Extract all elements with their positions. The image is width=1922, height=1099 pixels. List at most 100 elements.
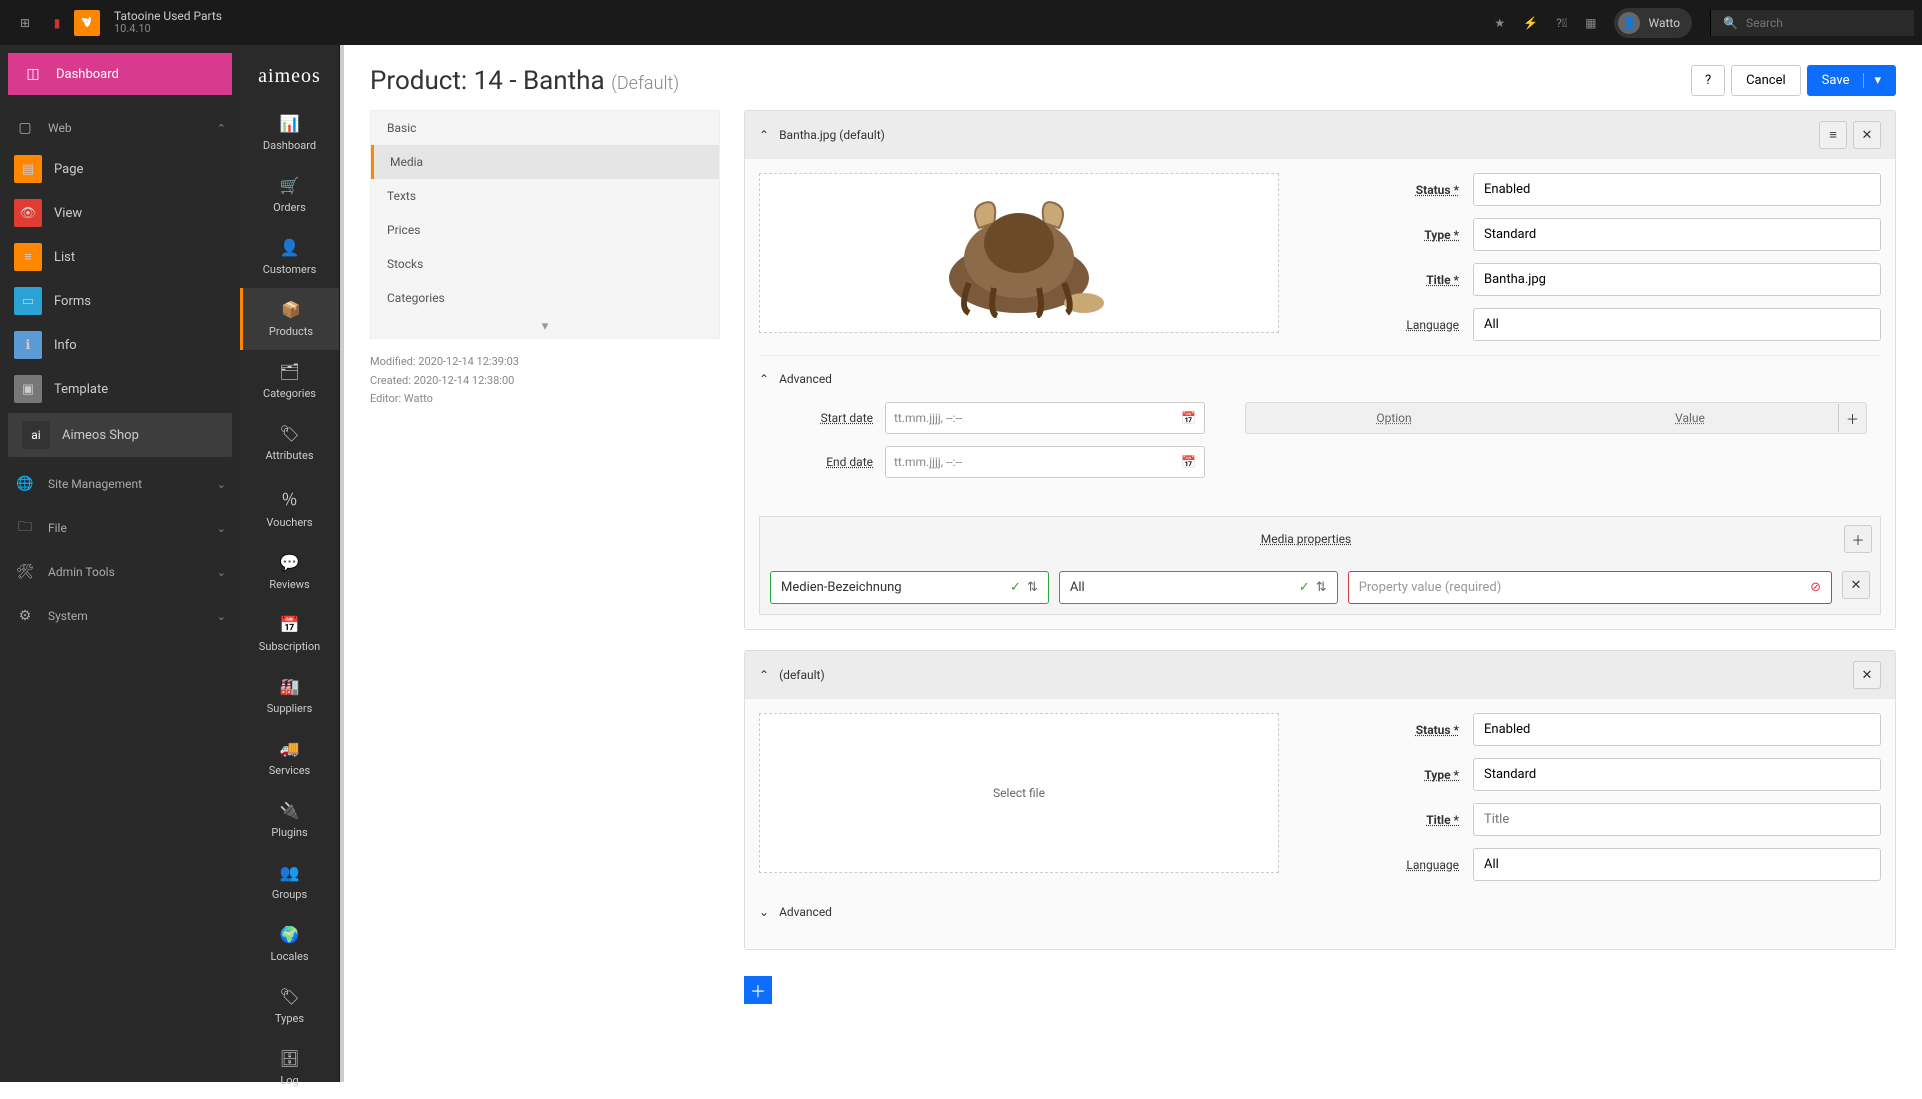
close-icon[interactable]: ✕ bbox=[1853, 121, 1881, 149]
media-card-2: ⌃ (default) ✕ Select file Status * Type … bbox=[744, 650, 1896, 950]
save-button[interactable]: Save ▾ bbox=[1807, 65, 1896, 96]
add-option-button[interactable]: ＋ bbox=[1838, 404, 1866, 432]
s2-types[interactable]: 🏷Types bbox=[240, 975, 339, 1037]
s2-dashboard[interactable]: 📊Dashboard bbox=[240, 102, 339, 164]
module-menu: ◫ Dashboard ▢ Web ⌃ ▤Page 👁View ≡List ▭F… bbox=[0, 45, 240, 1082]
check-icon: ✓ bbox=[1010, 580, 1021, 595]
view-icon: 👁 bbox=[14, 199, 42, 227]
sidebar-item-view[interactable]: 👁View bbox=[0, 191, 240, 235]
aimeos-icon: ai bbox=[22, 421, 50, 449]
topbar: ⊞ ▮ Tatooine Used Parts 10.4.10 ★ ⚡ ?⃝ ▦… bbox=[0, 0, 1922, 45]
help-button[interactable]: ? bbox=[1691, 65, 1725, 96]
s2-locales[interactable]: 🌍Locales bbox=[240, 913, 339, 975]
title-label: Title * bbox=[1309, 273, 1459, 287]
s2-groups[interactable]: 👥Groups bbox=[240, 851, 339, 913]
tab-prices[interactable]: Prices bbox=[371, 213, 719, 247]
chevron-down-icon: ⌄ bbox=[217, 566, 226, 579]
media-preview[interactable] bbox=[759, 173, 1279, 333]
s2-categories[interactable]: 🗂Categories bbox=[240, 350, 339, 412]
s2-products[interactable]: 📦Products bbox=[240, 288, 339, 350]
sidebar-admin[interactable]: 🛠Admin Tools⌄ bbox=[0, 547, 240, 591]
menu-icon[interactable]: ≡ bbox=[1819, 121, 1847, 149]
star-icon[interactable]: ★ bbox=[1494, 16, 1505, 30]
help-icon[interactable]: ?⃝ bbox=[1556, 16, 1567, 30]
remove-property-button[interactable]: ✕ bbox=[1842, 571, 1870, 599]
collapse-icon[interactable]: ⌃ bbox=[759, 128, 769, 142]
tab-stocks[interactable]: Stocks bbox=[371, 247, 719, 281]
site-name: Tatooine Used Parts 10.4.10 bbox=[114, 10, 222, 35]
s2-suppliers[interactable]: 🏭Suppliers bbox=[240, 665, 339, 727]
lang-field[interactable] bbox=[1473, 848, 1881, 881]
apps-icon[interactable]: ⊞ bbox=[10, 8, 40, 38]
plug-icon: 🔌 bbox=[280, 801, 300, 820]
tab-categories[interactable]: Categories bbox=[371, 281, 719, 315]
sidebar-item-page[interactable]: ▤Page bbox=[0, 147, 240, 191]
s2-subscription[interactable]: 📅Subscription bbox=[240, 603, 339, 665]
type-field[interactable] bbox=[1473, 758, 1881, 791]
sidebar-item-forms[interactable]: ▭Forms bbox=[0, 279, 240, 323]
lang-field[interactable] bbox=[1473, 308, 1881, 341]
flash-icon[interactable]: ⚡ bbox=[1523, 16, 1538, 30]
tab-basic[interactable]: Basic bbox=[371, 111, 719, 145]
sidebar-item-info[interactable]: ℹInfo bbox=[0, 323, 240, 367]
collapse-icon[interactable]: ⌃ bbox=[759, 668, 769, 682]
search-box[interactable]: 🔍 bbox=[1710, 10, 1914, 36]
type-field[interactable] bbox=[1473, 218, 1881, 251]
tools-icon: 🛠 bbox=[14, 561, 36, 583]
sidebar-item-template[interactable]: ▣Template bbox=[0, 367, 240, 411]
s2-reviews[interactable]: 💬Reviews bbox=[240, 541, 339, 603]
tab-texts[interactable]: Texts bbox=[371, 179, 719, 213]
search-input[interactable] bbox=[1746, 16, 1902, 30]
bookmark-icon[interactable]: ▮ bbox=[42, 8, 72, 38]
user-menu[interactable]: 👤 Watto bbox=[1614, 8, 1692, 38]
chevron-up-icon: ⌃ bbox=[217, 122, 226, 135]
typo3-logo[interactable] bbox=[74, 10, 100, 36]
info-icon: ℹ bbox=[14, 331, 42, 359]
list-icon: ≡ bbox=[14, 243, 42, 271]
sidebar-system[interactable]: ⚙System⌄ bbox=[0, 591, 240, 635]
caret-down-icon: ▾ bbox=[1863, 73, 1881, 88]
add-media-button[interactable]: ＋ bbox=[744, 976, 772, 1004]
property-type-select[interactable]: Medien-Bezeichnung ✓⇅ bbox=[770, 571, 1049, 604]
s2-plugins[interactable]: 🔌Plugins bbox=[240, 789, 339, 851]
tab-media[interactable]: Media bbox=[371, 145, 719, 179]
add-property-button[interactable]: ＋ bbox=[1844, 525, 1872, 553]
option-table-head: Option Value ＋ bbox=[1245, 402, 1867, 434]
s2-services[interactable]: 🚚Services bbox=[240, 727, 339, 789]
factory-icon: 🏭 bbox=[280, 677, 300, 696]
sidebar-item-aimeos[interactable]: aiAimeos Shop bbox=[8, 413, 232, 457]
sidebar-item-list[interactable]: ≡List bbox=[0, 235, 240, 279]
cancel-button[interactable]: Cancel bbox=[1731, 65, 1801, 96]
status-field[interactable] bbox=[1473, 173, 1881, 206]
chevron-down-icon: ⌄ bbox=[217, 610, 226, 623]
grid-icon[interactable]: ▦ bbox=[1585, 16, 1596, 30]
sidebar-web[interactable]: ▢ Web ⌃ bbox=[0, 103, 240, 147]
s2-vouchers[interactable]: ％Vouchers bbox=[240, 474, 339, 541]
sidebar-file[interactable]: 🗀File⌄ bbox=[0, 503, 240, 547]
s2-log[interactable]: 🗄Log bbox=[240, 1037, 339, 1099]
card-title: (default) bbox=[779, 668, 825, 682]
advanced-toggle[interactable]: ⌄Advanced bbox=[759, 899, 1881, 925]
property-lang-select[interactable]: All ✓⇅ bbox=[1059, 571, 1338, 604]
s2-attributes[interactable]: 🏷Attributes bbox=[240, 412, 339, 474]
check-icon: ✓ bbox=[1299, 580, 1310, 595]
chevron-down-icon: ⌄ bbox=[217, 478, 226, 491]
sidebar-dashboard[interactable]: ◫ Dashboard bbox=[8, 53, 232, 95]
title-field[interactable] bbox=[1473, 263, 1881, 296]
chat-icon: 💬 bbox=[280, 553, 300, 572]
status-field[interactable] bbox=[1473, 713, 1881, 746]
start-date-input[interactable]: tt.mm.jjjj, --:--📅 bbox=[885, 402, 1205, 434]
close-icon[interactable]: ✕ bbox=[1853, 661, 1881, 689]
title-field[interactable] bbox=[1473, 803, 1881, 836]
s2-orders[interactable]: 🛒Orders bbox=[240, 164, 339, 226]
end-date-input[interactable]: tt.mm.jjjj, --:--📅 bbox=[885, 446, 1205, 478]
sidebar-site-mgmt[interactable]: 🌐Site Management⌄ bbox=[0, 459, 240, 503]
warning-icon: ⊘ bbox=[1810, 580, 1821, 595]
property-value-input[interactable]: Property value (required) ⊘ bbox=[1348, 571, 1832, 604]
end-date-label: End date bbox=[773, 455, 873, 469]
tab-expand[interactable]: ▾ bbox=[371, 315, 719, 338]
advanced-toggle[interactable]: ⌃Advanced bbox=[759, 366, 1881, 392]
s2-customers[interactable]: 👤Customers bbox=[240, 226, 339, 288]
file-drop-zone[interactable]: Select file bbox=[759, 713, 1279, 873]
tabs: Basic Media Texts Prices Stocks Categori… bbox=[370, 110, 720, 339]
